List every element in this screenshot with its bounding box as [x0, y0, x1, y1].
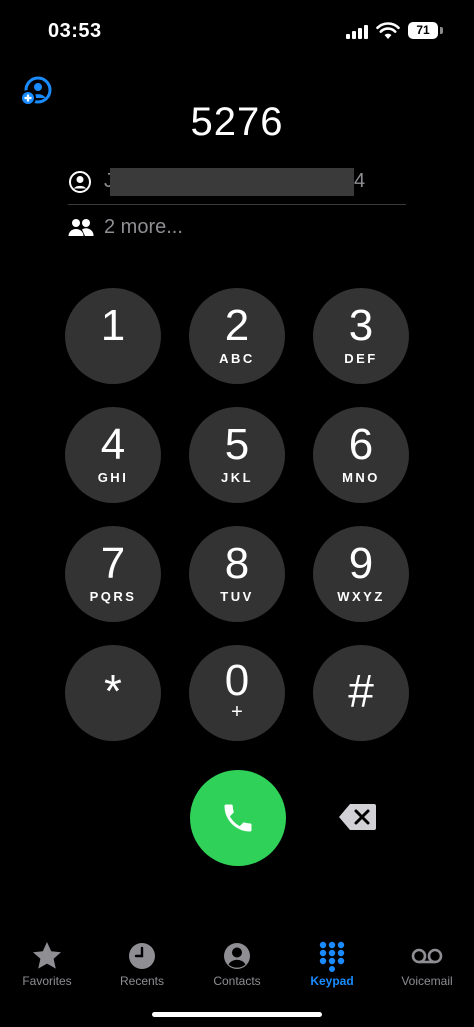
key-letters: TUV: [220, 589, 254, 604]
key-digit: 5: [224, 420, 250, 469]
redacted-contact: [110, 168, 354, 196]
key-8[interactable]: 8 TUV: [189, 526, 285, 622]
key-letters: GHI: [97, 470, 129, 485]
key-2[interactable]: 2 ABC: [189, 288, 285, 384]
status-bar: 03:53 71: [0, 0, 474, 64]
person-circle-icon: [69, 171, 91, 193]
person-circle-icon: [224, 943, 250, 969]
key-digit: 7: [100, 539, 126, 588]
battery-icon: 71: [408, 22, 438, 39]
key-letters: ABC: [219, 351, 255, 366]
delete-backspace-icon[interactable]: [338, 802, 378, 832]
key-digit: 0: [224, 656, 250, 705]
keypad-icon: [319, 941, 345, 972]
wifi-icon: [376, 22, 400, 39]
voicemail-icon: [411, 948, 443, 964]
phone-icon: [224, 804, 252, 832]
star-icon: [33, 942, 61, 969]
dialed-number[interactable]: 5276: [0, 100, 474, 145]
key-hash[interactable]: #: [313, 645, 409, 741]
tab-label: Voicemail: [401, 974, 453, 988]
key-9[interactable]: 9 WXYZ: [313, 526, 409, 622]
key-digit: 9: [348, 539, 374, 588]
key-letters: JKL: [220, 470, 254, 485]
more-matches-label: 2 more...: [104, 216, 183, 238]
people-icon: [68, 219, 94, 236]
key-digit: 2: [224, 301, 250, 350]
key-5[interactable]: 5 JKL: [189, 407, 285, 503]
key-letters: WXYZ: [337, 589, 385, 604]
cellular-signal-icon: [346, 25, 370, 39]
key-0[interactable]: 0 +: [189, 645, 285, 741]
key-letters: +: [231, 701, 243, 723]
key-6[interactable]: 6 MNO: [313, 407, 409, 503]
key-digit: 8: [224, 539, 250, 588]
clock-icon: [129, 943, 155, 969]
key-digit: 4: [100, 420, 126, 469]
home-indicator[interactable]: [152, 1012, 322, 1017]
key-1[interactable]: 1: [65, 288, 161, 384]
tab-favorites[interactable]: Favorites: [2, 936, 92, 996]
key-letters: MNO: [342, 470, 380, 485]
key-digit: 1: [100, 301, 126, 350]
key-4[interactable]: 4 GHI: [65, 407, 161, 503]
battery-tip: [440, 27, 443, 34]
tab-label: Favorites: [22, 974, 72, 988]
match-number-tail: 4: [354, 170, 366, 192]
key-digit: *: [104, 665, 122, 717]
key-3[interactable]: 3 DEF: [313, 288, 409, 384]
tab-label: Recents: [119, 974, 165, 988]
call-button[interactable]: [190, 770, 286, 866]
key-digit: #: [348, 665, 374, 717]
key-letters: DEF: [344, 351, 378, 366]
key-letters: PQRS: [89, 589, 137, 604]
tab-label: Contacts: [213, 974, 261, 988]
tab-label: Keypad: [310, 974, 354, 988]
tab-recents[interactable]: Recents: [97, 936, 187, 996]
tab-voicemail[interactable]: Voicemail: [382, 936, 472, 996]
contact-match-row[interactable]: J 4: [68, 166, 406, 205]
more-matches-row[interactable]: 2 more...: [68, 214, 406, 244]
tab-contacts[interactable]: Contacts: [192, 936, 282, 996]
key-digit: 6: [348, 420, 374, 469]
tab-keypad[interactable]: Keypad: [287, 936, 377, 996]
status-time: 03:53: [48, 20, 102, 42]
key-digit: 3: [348, 301, 374, 350]
key-7[interactable]: 7 PQRS: [65, 526, 161, 622]
key-star[interactable]: *: [65, 645, 161, 741]
